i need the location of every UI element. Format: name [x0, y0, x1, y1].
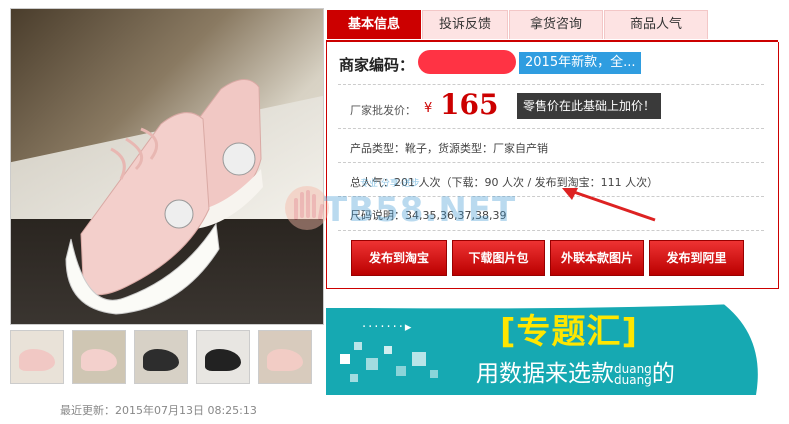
shoe-illustration [65, 79, 263, 315]
banner-subtitle-main: 用数据来选款 [476, 361, 614, 387]
price-label: 厂家批发价： [350, 104, 416, 117]
pixel-square [396, 366, 406, 376]
thumbnail-3[interactable] [134, 330, 188, 384]
divider [338, 230, 764, 231]
banner-subtitle: 用数据来选款duang duang的 [476, 354, 675, 388]
annotation-arrow-icon [562, 188, 656, 222]
banner-subtitle-tail: 的 [651, 361, 675, 387]
watermark-domain: TB58.NET [324, 190, 517, 230]
merchant-code-label: 商家编码： [339, 56, 415, 74]
tab-bar: 基本信息 投诉反馈 拿货咨询 商品人气 [326, 10, 778, 42]
tab-consult[interactable]: 拿货咨询 [509, 10, 603, 39]
currency-symbol: ¥ [424, 101, 433, 116]
external-images-button[interactable]: 外联本款图片 [550, 240, 644, 276]
product-main-image[interactable] [10, 8, 324, 325]
thumbnail-2[interactable] [72, 330, 126, 384]
tab-basic-info[interactable]: 基本信息 [327, 10, 421, 39]
watermark-slogan: 专业·分享·进步 [360, 179, 420, 189]
price-note: 零售价在此基础上加价！ [517, 93, 662, 119]
pixel-square [384, 346, 392, 354]
download-images-button[interactable]: 下载图片包 [452, 240, 545, 276]
publish-ali-button[interactable]: 发布到阿里 [649, 240, 744, 276]
publish-taobao-button[interactable]: 发布到淘宝 [351, 240, 447, 276]
dotted-arrow-icon: ·······▸ [362, 320, 414, 335]
divider [338, 162, 764, 163]
divider [338, 128, 764, 129]
pixel-square [354, 342, 362, 350]
pixel-square [350, 374, 358, 382]
pixel-square [412, 352, 426, 366]
title-tag[interactable]: 2015年新款，全... [519, 52, 642, 74]
pixel-square [366, 358, 378, 370]
banner-duang-2: duang [614, 372, 652, 387]
thumbnail-5[interactable] [258, 330, 312, 384]
pixel-square [340, 354, 350, 364]
tab-complaint[interactable]: 投诉反馈 [422, 10, 508, 39]
banner-title: [专题汇] [500, 312, 639, 352]
thumbnail-4[interactable] [196, 330, 250, 384]
price-value: 165 [440, 88, 499, 121]
tab-popularity[interactable]: 商品人气 [604, 10, 708, 39]
product-type: 产品类型：靴子，货源类型：厂家自产销 [350, 142, 548, 155]
pixel-square [430, 370, 438, 378]
last-updated: 最近更新：2015年07月13日 08:25:13 [60, 404, 257, 417]
divider [338, 84, 764, 85]
topic-banner[interactable]: ·······▸ [专题汇] 用数据来选款duang duang的 [326, 296, 781, 395]
redacted-code [418, 50, 516, 74]
thumbnail-1[interactable] [10, 330, 64, 384]
